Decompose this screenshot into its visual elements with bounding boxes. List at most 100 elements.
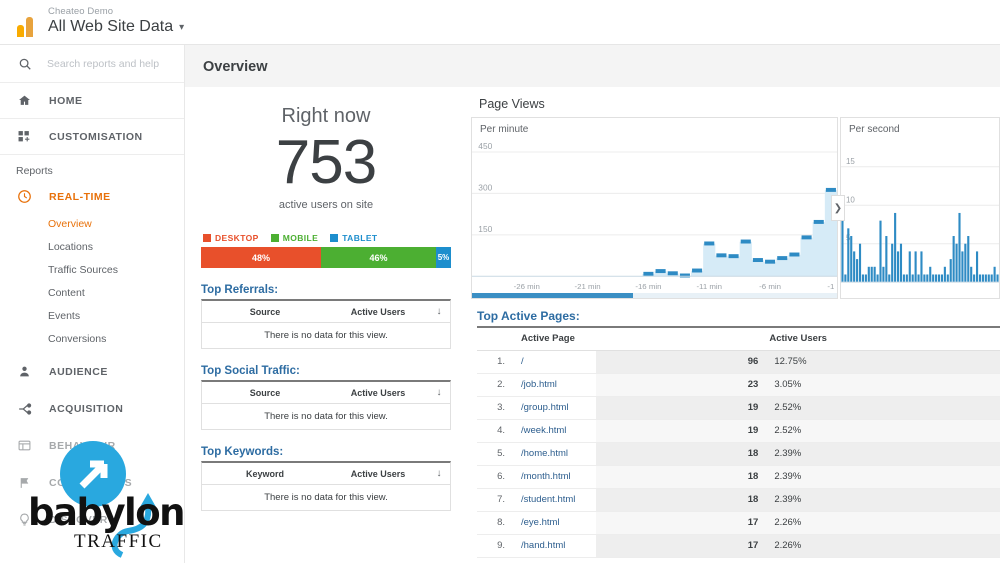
- row-page[interactable]: /eye.html: [513, 511, 596, 534]
- column-header-source[interactable]: Source: [202, 388, 328, 398]
- legend-item-mobile[interactable]: MOBILE: [270, 233, 318, 243]
- table-row[interactable]: 8. /eye.html 17 2.26%: [477, 511, 1000, 534]
- top-active-pages-block: Top Active Pages: Active Page Active Use…: [471, 299, 1000, 558]
- column-header-active-page[interactable]: Active Page: [513, 327, 597, 351]
- account-selector[interactable]: Cheateo Demo All Web Site Data ▾: [48, 6, 184, 36]
- device-share-bar: 48% 46% 5%: [201, 247, 451, 269]
- row-percent: 2.52%: [766, 419, 1000, 442]
- top-keywords-title: Top Keywords:: [201, 446, 284, 459]
- row-users: 18: [596, 488, 767, 511]
- svg-text:-21 min: -21 min: [574, 282, 600, 291]
- table-row[interactable]: 3. /group.html 19 2.52%: [477, 396, 1000, 419]
- table-row[interactable]: 4. /week.html 19 2.52%: [477, 419, 1000, 442]
- customisation-icon: [16, 130, 33, 143]
- table-row[interactable]: 6. /month.html 18 2.39%: [477, 465, 1000, 488]
- column-header-active-users[interactable]: Active Users: [596, 327, 1000, 351]
- row-page[interactable]: /home.html: [513, 442, 596, 465]
- lightbulb-icon: [16, 513, 33, 526]
- table-row[interactable]: 9. /hand.html 17 2.26%: [477, 534, 1000, 557]
- arrow-down-icon[interactable]: ↓: [428, 468, 450, 479]
- row-users: 18: [596, 465, 767, 488]
- table-row[interactable]: 1. /96 12.75%: [477, 350, 1000, 373]
- per-minute-chart[interactable]: Per minute 150 300 450 -26 min -21 min -16 mi…: [471, 117, 838, 299]
- sidebar-item-home[interactable]: HOME: [0, 83, 184, 119]
- svg-text:-16 min: -16 min: [635, 282, 661, 291]
- column-header-active-users[interactable]: Active Users: [328, 388, 428, 398]
- sidebar-subitem-content[interactable]: Content: [0, 281, 184, 304]
- sidebar-item-behaviour[interactable]: BEHAVIOUR: [0, 430, 184, 461]
- top-social-traffic-title: Top Social Traffic:: [201, 365, 300, 378]
- page-header: Overview: [185, 45, 1000, 87]
- column-header-active-users[interactable]: Active Users: [328, 307, 428, 317]
- google-analytics-logo: [10, 7, 40, 37]
- row-percent: 2.39%: [766, 465, 1000, 488]
- search-input[interactable]: Search reports and help: [47, 58, 159, 70]
- column-header-active-users[interactable]: Active Users: [328, 469, 428, 479]
- table-row[interactable]: 2. /job.html 23 3.05%: [477, 373, 1000, 396]
- row-users: 19: [596, 396, 767, 419]
- column-header-index: [477, 327, 513, 351]
- sidebar-item-customisation[interactable]: CUSTOMISATION: [0, 119, 184, 155]
- active-users-count: 753: [275, 128, 377, 197]
- row-page[interactable]: /week.html: [513, 419, 596, 442]
- per-second-chart[interactable]: ❯ Per second 51015: [831, 117, 1000, 299]
- empty-message: There is no data for this view.: [264, 411, 388, 423]
- acquisition-icon: [16, 402, 33, 416]
- search-row[interactable]: Search reports and help: [0, 45, 184, 83]
- row-page[interactable]: /hand.html: [513, 534, 596, 557]
- legend-swatch-mobile: [270, 234, 279, 243]
- sidebar-subitem-locations[interactable]: Locations: [0, 235, 184, 258]
- arrow-down-icon[interactable]: ↓: [428, 306, 450, 317]
- column-header-source[interactable]: Source: [202, 307, 328, 317]
- segment-desktop: 48%: [201, 247, 321, 269]
- sidebar-item-acquisition[interactable]: ACQUISITION: [0, 393, 184, 424]
- arrow-down-icon[interactable]: ↓: [428, 387, 450, 398]
- legend-item-desktop[interactable]: DESKTOP: [203, 233, 259, 243]
- table-header: Keyword Active Users ↓: [202, 463, 450, 486]
- legend-item-tablet[interactable]: TABLET: [330, 233, 377, 243]
- top-keywords-table: Keyword Active Users ↓ There is no data …: [201, 461, 451, 512]
- table-row[interactable]: 7. /student.html 18 2.39%: [477, 488, 1000, 511]
- sidebar-subitem-traffic-sources[interactable]: Traffic Sources: [0, 258, 184, 281]
- row-page[interactable]: /month.html: [513, 465, 596, 488]
- right-now-title: Right now: [281, 105, 371, 127]
- sidebar-subitem-conversions[interactable]: Conversions: [0, 327, 184, 350]
- column-header-keyword[interactable]: Keyword: [202, 469, 328, 479]
- view-name-row[interactable]: All Web Site Data ▾: [48, 18, 184, 36]
- row-page[interactable]: /student.html: [513, 488, 596, 511]
- top-bar: Cheateo Demo All Web Site Data ▾: [0, 0, 1000, 45]
- row-index: 6.: [497, 471, 505, 482]
- chevron-right-icon[interactable]: ❯: [831, 195, 845, 221]
- per-second-label: Per second: [849, 124, 900, 135]
- sidebar-item-conversions[interactable]: CONVERSIONS: [0, 467, 184, 498]
- sidebar-subitem-events[interactable]: Events: [0, 304, 184, 327]
- row-index: 5.: [497, 448, 505, 459]
- chart-scrollbar[interactable]: [472, 293, 837, 298]
- row-percent: 2.26%: [766, 511, 1000, 534]
- chevron-down-icon[interactable]: ▾: [179, 22, 184, 34]
- sidebar-item-real-time[interactable]: REAL-TIME: [0, 181, 184, 212]
- sidebar-item-label: CUSTOMISATION: [49, 130, 143, 143]
- sidebar-subitem-overview[interactable]: Overview: [0, 212, 184, 235]
- sidebar-item-audience[interactable]: AUDIENCE: [0, 356, 184, 387]
- sidebar: Search reports and help HOME CUSTOMISATI…: [0, 45, 185, 563]
- row-index: 3.: [497, 402, 505, 413]
- row-percent: 2.26%: [766, 534, 1000, 557]
- svg-text:-1: -1: [827, 282, 834, 291]
- segment-tablet: 5%: [436, 247, 451, 269]
- row-page[interactable]: /: [513, 350, 596, 373]
- svg-text:-6 min: -6 min: [759, 282, 781, 291]
- table-row[interactable]: 5. /home.html 18 2.39%: [477, 442, 1000, 465]
- row-index: 8.: [497, 517, 505, 528]
- row-page[interactable]: /job.html: [513, 373, 596, 396]
- row-percent: 3.05%: [766, 373, 1000, 396]
- empty-message: There is no data for this view.: [264, 330, 388, 342]
- row-index: 4.: [497, 425, 505, 436]
- row-index: 1.: [497, 356, 505, 367]
- sidebar-item-label: AUDIENCE: [49, 365, 108, 378]
- per-minute-plot: 150 300 450 -26 min -21 min -16 min -11 min -6 …: [472, 142, 837, 291]
- behaviour-icon: [16, 439, 33, 452]
- sidebar-item-discover[interactable]: DISCOVER: [0, 504, 184, 535]
- row-page[interactable]: /group.html: [513, 396, 596, 419]
- row-percent: 2.39%: [766, 442, 1000, 465]
